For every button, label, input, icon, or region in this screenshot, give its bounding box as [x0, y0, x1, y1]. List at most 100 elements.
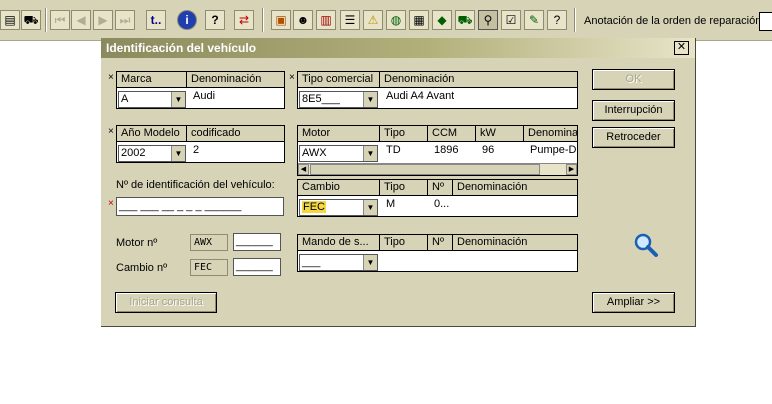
retroceder-button[interactable]: Retroceder [592, 127, 675, 148]
cambio-tipo-cell: M [386, 198, 396, 210]
horizontal-scrollbar[interactable]: ◀ ▶ [298, 163, 577, 175]
vin-label: Nº de identificación del vehículo: [116, 179, 275, 191]
motor-ccm-header: CCM [428, 126, 476, 142]
required-marker: × [108, 198, 114, 209]
tipo-comercial-denominacion-header: Denominación [380, 72, 577, 88]
motor-combo[interactable]: AWX ▼ [299, 145, 378, 162]
cambio-no-code: FEC [190, 259, 228, 276]
first-record-icon[interactable]: ⏮ [50, 10, 70, 30]
motor-ccm-cell: 1896 [434, 144, 459, 156]
scroll-left-icon[interactable]: ◀ [298, 164, 309, 175]
motor-table: Motor Tipo CCM kW Denomina AWX ▼ TD 1896… [297, 125, 578, 176]
cambio-denominacion-header: Denominación [453, 180, 577, 196]
chevron-down-icon[interactable]: ▼ [363, 146, 377, 161]
dialog-title: Identificación del vehículo [106, 41, 257, 55]
tag-icon[interactable]: ◆ [432, 10, 452, 30]
marca-combo[interactable]: A ▼ [118, 91, 186, 108]
scrollbar-thumb[interactable] [310, 164, 540, 175]
ok-button[interactable]: OK [592, 69, 675, 90]
next-record-icon[interactable]: ▶ [93, 10, 113, 30]
cambio-header: Cambio [298, 180, 380, 196]
motor-value: AWX [302, 147, 327, 159]
info-icon[interactable]: i [177, 10, 197, 30]
vehicle-icon[interactable]: ⛟ [455, 10, 475, 30]
t-button[interactable]: t.. [146, 10, 166, 30]
magnifier-icon[interactable] [633, 232, 659, 258]
cambio-numero-header: Nº [428, 180, 453, 196]
warning-icon[interactable]: ⚠ [363, 10, 383, 30]
mando-combo[interactable]: ___ ▼ [299, 254, 378, 271]
person-icon[interactable]: ☻ [293, 10, 313, 30]
parts-icon[interactable]: ▣ [271, 10, 291, 30]
document-icon[interactable]: ▤ [0, 10, 20, 30]
mando-denominacion-header: Denominación [453, 235, 577, 251]
mando-tipo-header: Tipo [380, 235, 428, 251]
motor-no-input[interactable]: ______ [233, 233, 281, 251]
question-note-icon[interactable]: ? [547, 10, 567, 30]
scroll-right-icon[interactable]: ▶ [566, 164, 577, 175]
tipo-comercial-description: Audi A4 Avant [386, 90, 455, 102]
vin-input[interactable]: ___ ___ __ _ _ _ ______ [116, 197, 284, 216]
motor-denominacion-cell: Pumpe-Du [530, 144, 578, 156]
checklist-icon[interactable]: ☑ [501, 10, 521, 30]
marca-group: Marca Denominación A ▼ Audi [116, 71, 285, 109]
last-record-icon[interactable]: ⏭ [115, 10, 135, 30]
annotation-label: Anotación de la orden de reparación: [584, 15, 765, 27]
cambio-tipo-header: Tipo [380, 180, 428, 196]
globe-icon[interactable]: ◍ [386, 10, 406, 30]
cambio-no-input[interactable]: ______ [233, 258, 281, 276]
main-toolbar: ▤ ⛟ ⏮ ◀ ▶ ⏭ t.. i ? ⇄ ▣ ☻ ▥ ☰ ⚠ ◍ ▦ ◆ ⛟ … [0, 0, 772, 41]
annotation-input[interactable] [759, 12, 772, 31]
chevron-down-icon[interactable]: ▼ [171, 146, 185, 161]
tipo-comercial-group: Tipo comercial Denominación 8E5___ ▼ Aud… [297, 71, 578, 109]
required-marker: × [108, 126, 114, 137]
book-icon[interactable]: ▥ [316, 10, 336, 30]
ampliar-button[interactable]: Ampliar >> [592, 292, 675, 313]
cambio-table: Cambio Tipo Nº Denominación FEC ▼ M 0... [297, 179, 578, 217]
chevron-down-icon[interactable]: ▼ [363, 200, 377, 215]
mando-header: Mando de s... [298, 235, 380, 251]
previous-record-icon[interactable]: ◀ [71, 10, 91, 30]
chevron-down-icon[interactable]: ▼ [363, 92, 377, 107]
marca-header: Marca [117, 72, 187, 88]
anio-modelo-value: 2002 [121, 147, 146, 159]
cambio-value: FEC [302, 201, 326, 213]
mando-table: Mando de s... Tipo Nº Denominación ___ ▼ [297, 234, 578, 272]
anio-modelo-header: Año Modelo [117, 126, 187, 142]
marca-description: Audi [193, 90, 216, 102]
marca-denominacion-header: Denominación [187, 72, 284, 88]
interrupcion-button[interactable]: Interrupción [592, 100, 675, 121]
anio-modelo-combo[interactable]: 2002 ▼ [118, 145, 186, 162]
marca-value: A [121, 93, 129, 105]
motor-header: Motor [298, 126, 380, 142]
anio-modelo-group: Año Modelo codificado 2002 ▼ 2 [116, 125, 285, 163]
cambio-no-label: Cambio nº [116, 262, 168, 274]
motor-kw-header: kW [476, 126, 524, 142]
motor-denominacion-header: Denomina [524, 126, 577, 142]
mando-numero-header: Nº [428, 235, 453, 251]
vehicle-identification-icon[interactable]: ⚲ [478, 10, 498, 30]
calculator-icon[interactable]: ▦ [409, 10, 429, 30]
close-icon[interactable]: ✕ [674, 41, 689, 55]
car-icon[interactable]: ⛟ [21, 10, 41, 30]
vin-value: ___ ___ __ _ _ _ ______ [119, 200, 242, 212]
chevron-down-icon[interactable]: ▼ [363, 255, 377, 270]
cambio-numero-cell: 0... [434, 198, 450, 210]
motor-no-code: AWX [190, 234, 228, 251]
swap-arrows-icon[interactable]: ⇄ [234, 10, 254, 30]
chevron-down-icon[interactable]: ▼ [171, 92, 185, 107]
toolbar-separator [262, 8, 263, 32]
edit-icon[interactable]: ✎ [524, 10, 544, 30]
vehicle-identification-dialog: Identificación del vehículo ✕ × Marca De… [101, 38, 696, 327]
tipo-comercial-header: Tipo comercial [298, 72, 380, 88]
tipo-comercial-combo[interactable]: 8E5___ ▼ [299, 91, 378, 108]
iniciar-consulta-button[interactable]: Iniciar consulta [115, 292, 217, 313]
motor-kw-cell: 96 [482, 144, 495, 156]
tipo-comercial-value: 8E5___ [302, 93, 340, 105]
codificado-value: 2 [193, 144, 200, 156]
cambio-combo[interactable]: FEC ▼ [299, 199, 378, 216]
list-icon[interactable]: ☰ [340, 10, 360, 30]
dialog-titlebar: Identificación del vehículo ✕ [101, 38, 695, 58]
help-icon[interactable]: ? [205, 10, 225, 30]
motor-no-label: Motor nº [116, 237, 158, 249]
